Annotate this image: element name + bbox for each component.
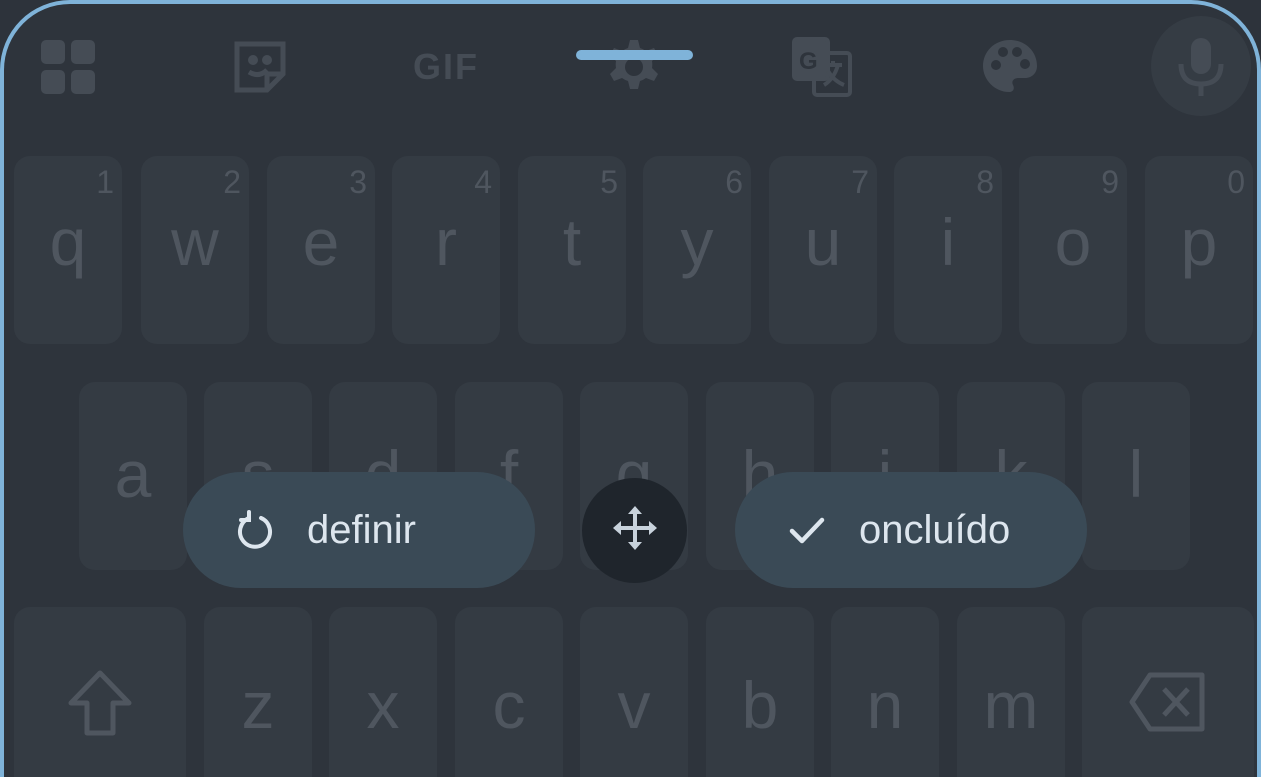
key-label: a: [114, 437, 152, 511]
backspace-key[interactable]: [1082, 607, 1254, 777]
move-button[interactable]: [582, 478, 687, 583]
key-label: u: [804, 205, 842, 279]
key-label: b: [741, 668, 779, 742]
key-label: x: [366, 668, 400, 742]
palette-icon[interactable]: [975, 32, 1045, 102]
key-label: n: [866, 668, 904, 742]
key-u[interactable]: 7u: [769, 156, 877, 344]
key-label: c: [492, 668, 526, 742]
key-e[interactable]: 3e: [267, 156, 375, 344]
shift-icon: [65, 669, 135, 742]
key-b[interactable]: b: [706, 607, 814, 777]
mic-icon[interactable]: [1166, 32, 1236, 102]
move-arrows-icon: [611, 504, 659, 557]
gif-label: GIF: [413, 46, 479, 87]
key-p[interactable]: 0p: [1145, 156, 1253, 344]
key-t[interactable]: 5t: [518, 156, 626, 344]
key-l[interactable]: l: [1082, 382, 1190, 570]
key-w[interactable]: 2w: [141, 156, 249, 344]
key-a[interactable]: a: [79, 382, 187, 570]
reset-label: definir: [307, 507, 416, 552]
backspace-icon: [1128, 671, 1206, 738]
key-number: 4: [474, 164, 492, 200]
key-q[interactable]: 1q: [14, 156, 122, 344]
key-label: q: [49, 205, 87, 279]
sticker-icon[interactable]: [225, 32, 295, 102]
settings-icon[interactable]: [599, 32, 669, 102]
key-m[interactable]: m: [957, 607, 1065, 777]
key-number: 7: [851, 164, 869, 200]
reset-icon: [235, 510, 275, 550]
key-c[interactable]: c: [455, 607, 563, 777]
key-n[interactable]: n: [831, 607, 939, 777]
gif-icon[interactable]: GIF: [406, 32, 486, 102]
key-x[interactable]: x: [329, 607, 437, 777]
done-label: oncluído: [859, 507, 1011, 552]
key-label: e: [302, 205, 340, 279]
key-number: 6: [725, 164, 743, 200]
key-y[interactable]: 6y: [643, 156, 751, 344]
svg-text:G: G: [799, 48, 818, 75]
key-label: o: [1054, 205, 1092, 279]
drag-handle[interactable]: [576, 50, 693, 60]
key-o[interactable]: 9o: [1019, 156, 1127, 344]
reset-button[interactable]: definir: [183, 472, 535, 588]
key-label: r: [435, 205, 457, 279]
translate-icon[interactable]: G: [787, 32, 857, 102]
key-number: 8: [976, 164, 994, 200]
key-label: t: [562, 205, 582, 279]
key-z[interactable]: z: [204, 607, 312, 777]
key-number: 3: [349, 164, 367, 200]
key-label: l: [1128, 437, 1144, 511]
key-i[interactable]: 8i: [894, 156, 1002, 344]
done-button[interactable]: oncluído: [735, 472, 1087, 588]
key-r[interactable]: 4r: [392, 156, 500, 344]
key-number: 5: [600, 164, 618, 200]
key-number: 9: [1101, 164, 1119, 200]
key-label: m: [983, 668, 1039, 742]
key-label: z: [241, 668, 275, 742]
key-number: 1: [96, 164, 114, 200]
key-label: y: [680, 205, 714, 279]
key-label: i: [940, 205, 956, 279]
key-label: p: [1180, 205, 1218, 279]
shift-key[interactable]: [14, 607, 186, 777]
apps-grid-icon[interactable]: [33, 32, 103, 102]
keyboard-toolbar: GIF G: [4, 4, 1257, 134]
key-label: w: [171, 205, 219, 279]
key-number: 0: [1227, 164, 1245, 200]
key-v[interactable]: v: [580, 607, 688, 777]
key-label: v: [617, 668, 651, 742]
check-icon: [787, 510, 827, 550]
keyboard-frame: GIF G 1 q 2 w 3 e 4 r 5 t 6 y 7 u 8 i 9 …: [0, 0, 1261, 777]
key-number: 2: [223, 164, 241, 200]
